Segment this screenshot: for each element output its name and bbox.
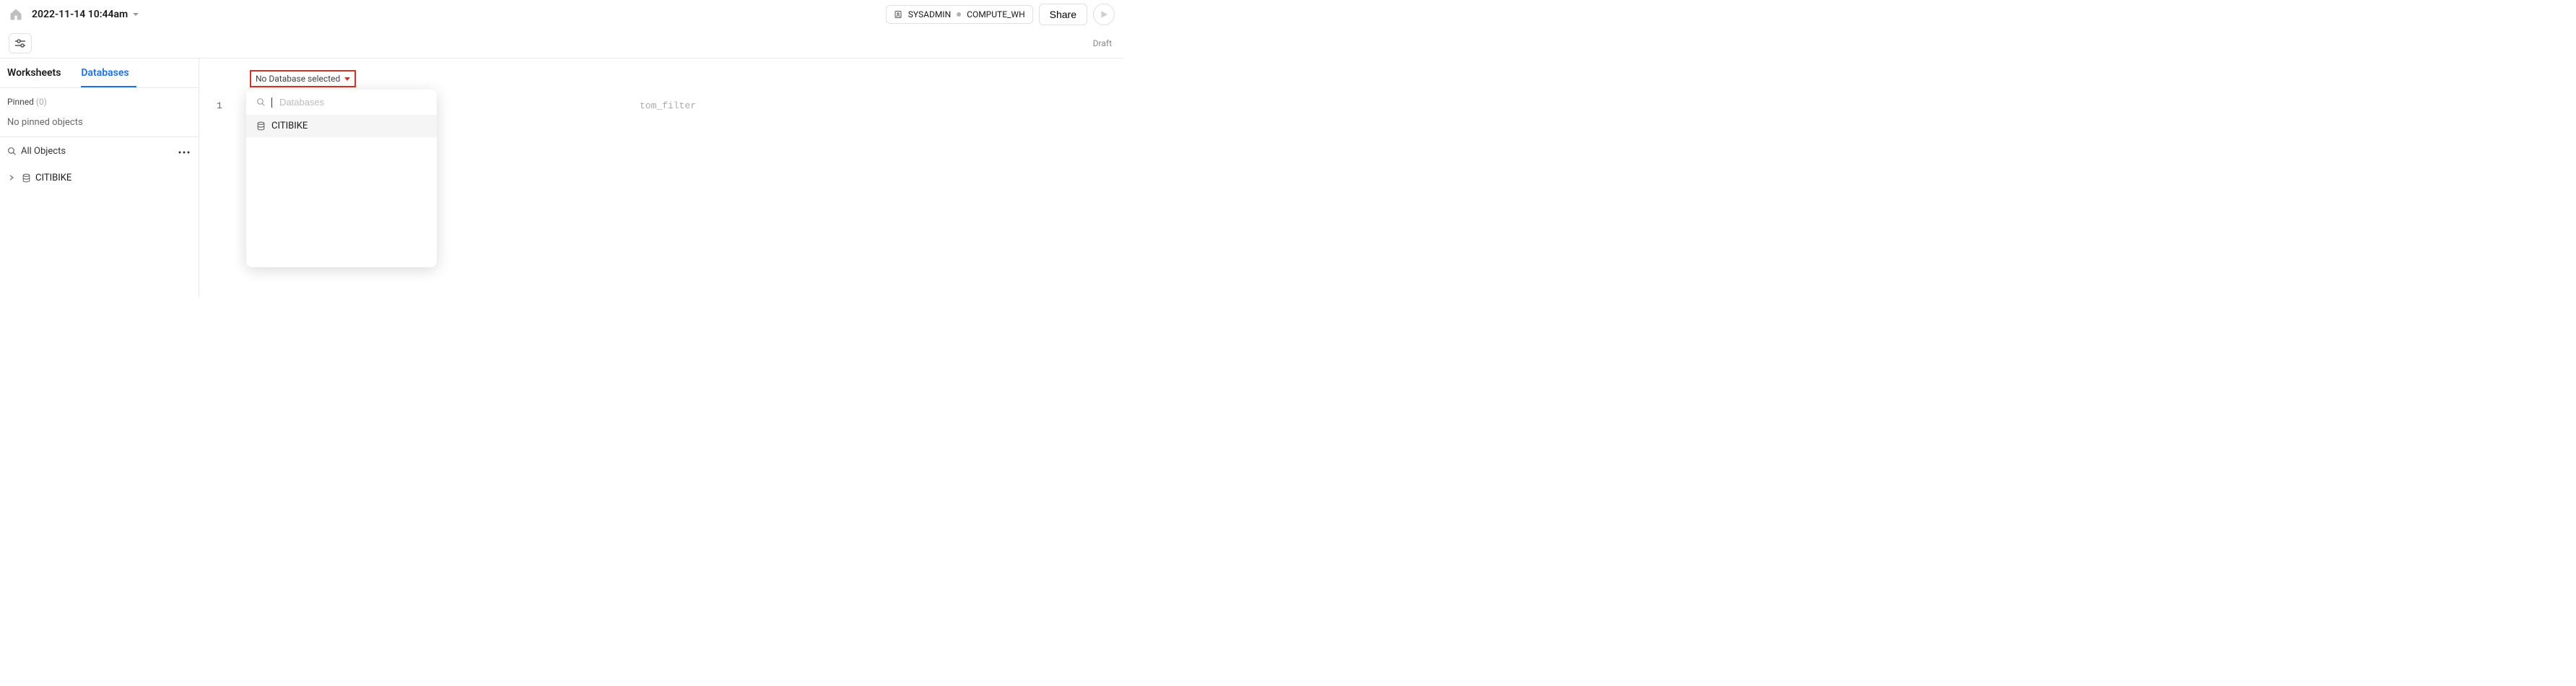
caret-down-icon bbox=[344, 77, 350, 81]
code-fragment: tom_filter bbox=[640, 100, 696, 111]
search-icon bbox=[256, 97, 266, 107]
warehouse-label: COMPUTE_WH bbox=[967, 9, 1025, 19]
line-number: 1 bbox=[217, 100, 222, 111]
no-pinned-text: No pinned objects bbox=[7, 117, 191, 128]
all-objects-search[interactable]: All Objects bbox=[7, 146, 66, 157]
database-icon bbox=[22, 173, 31, 183]
sliders-icon bbox=[14, 38, 26, 48]
all-objects-label: All Objects bbox=[21, 146, 66, 157]
dropdown-item-citibike[interactable]: CITIBIKE bbox=[246, 115, 437, 137]
tree-item-label: CITIBIKE bbox=[35, 173, 71, 183]
editor-area: No Database selected 1 tom_filter CITIBI… bbox=[199, 58, 1123, 297]
chevron-right-icon bbox=[9, 173, 17, 183]
worksheet-title-text: 2022-11-14 10:44am bbox=[32, 9, 128, 20]
pinned-label: Pinned bbox=[7, 97, 34, 107]
database-selector-label: No Database selected bbox=[256, 74, 340, 84]
tab-worksheets[interactable]: Worksheets bbox=[7, 58, 68, 87]
database-search-input[interactable] bbox=[279, 97, 427, 108]
draft-status: Draft bbox=[1093, 38, 1115, 48]
home-icon[interactable] bbox=[9, 7, 23, 22]
status-dot-icon bbox=[957, 12, 961, 17]
pinned-header: Pinned (0) bbox=[7, 97, 191, 107]
text-cursor bbox=[271, 97, 272, 108]
caret-down-icon bbox=[132, 11, 139, 18]
dropdown-item-label: CITIBIKE bbox=[271, 121, 308, 131]
database-dropdown: CITIBIKE bbox=[246, 90, 437, 267]
sidebar: Worksheets Databases Pinned (0) No pinne… bbox=[0, 58, 199, 297]
tab-databases[interactable]: Databases bbox=[81, 58, 136, 87]
search-icon bbox=[7, 147, 17, 156]
run-button[interactable] bbox=[1093, 4, 1115, 25]
settings-button[interactable] bbox=[9, 33, 32, 53]
worksheet-title[interactable]: 2022-11-14 10:44am bbox=[32, 9, 139, 20]
more-icon[interactable] bbox=[177, 144, 191, 158]
pinned-count: (0) bbox=[36, 97, 47, 107]
share-button[interactable]: Share bbox=[1039, 4, 1087, 25]
tree-item-citibike[interactable]: CITIBIKE bbox=[7, 168, 191, 188]
role-warehouse-selector[interactable]: SYSADMIN COMPUTE_WH bbox=[886, 5, 1033, 24]
database-selector[interactable]: No Database selected bbox=[250, 70, 356, 87]
database-icon bbox=[256, 121, 266, 131]
role-label: SYSADMIN bbox=[908, 9, 951, 19]
role-icon bbox=[894, 10, 902, 19]
